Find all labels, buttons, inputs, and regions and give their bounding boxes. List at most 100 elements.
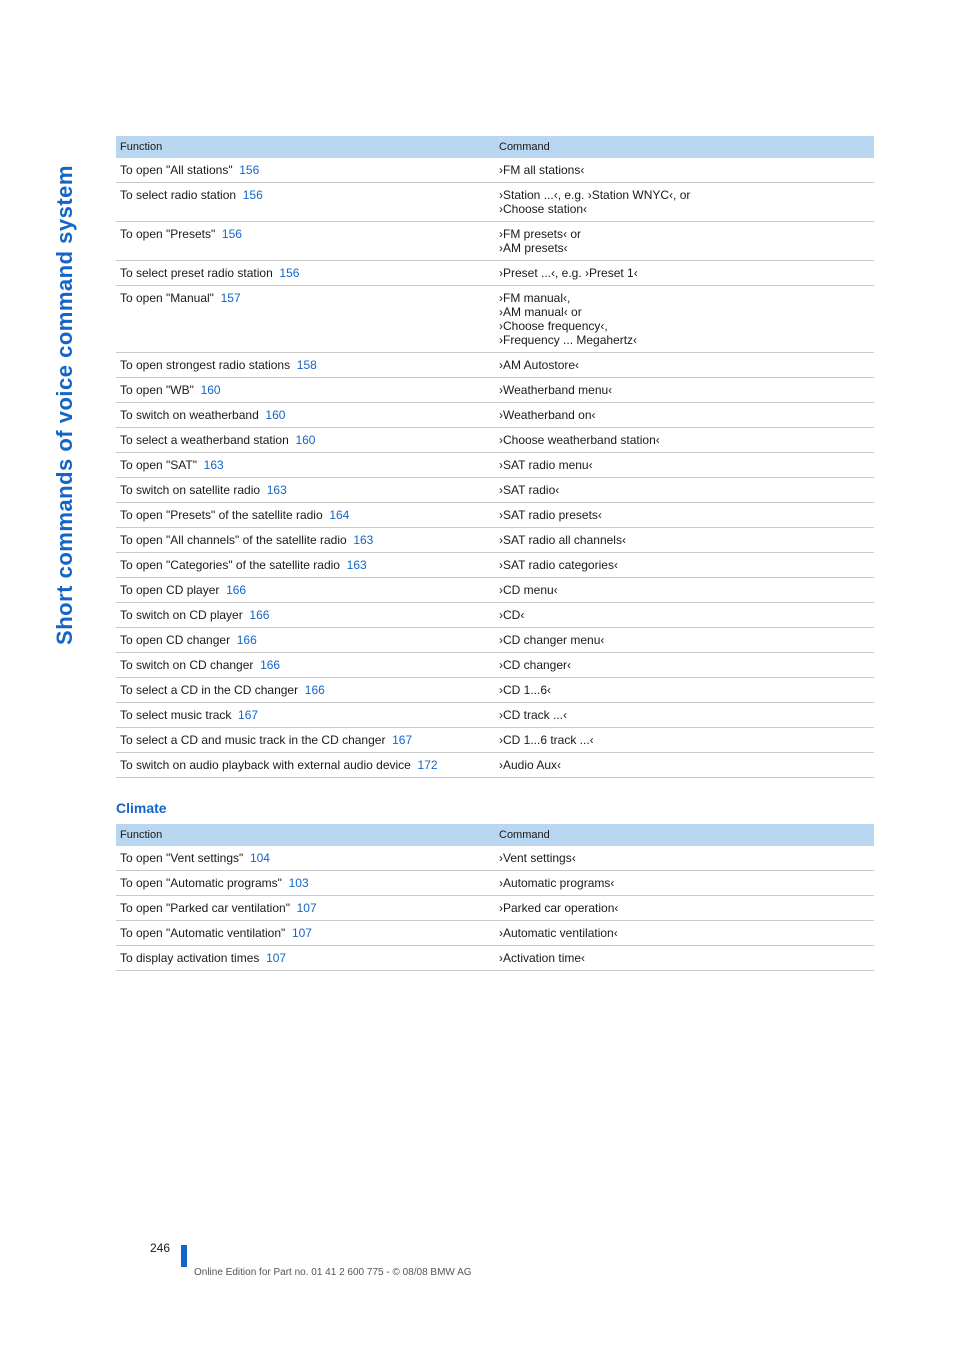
page-ref[interactable]: 156 [243,188,263,202]
table-row: To open "SAT" 163›SAT radio menu‹ [116,453,874,478]
col-function: Function [116,824,495,846]
function-text: To switch on audio playback with externa… [120,758,418,772]
page-ref[interactable]: 156 [239,163,259,177]
function-cell: To select a weatherband station 160 [116,428,495,453]
function-text: To switch on weatherband [120,408,265,422]
page-ref[interactable]: 166 [305,683,325,697]
function-text: To switch on CD player [120,608,249,622]
function-text: To open "All channels" of the satellite … [120,533,353,547]
table-row: To open "All channels" of the satellite … [116,528,874,553]
function-text: To select preset radio station [120,266,279,280]
page-ref[interactable]: 163 [347,558,367,572]
page-ref[interactable]: 156 [222,227,242,241]
page-ref[interactable]: 167 [392,733,412,747]
page-ref[interactable]: 167 [238,708,258,722]
function-text: To select a CD in the CD changer [120,683,305,697]
function-text: To open "Parked car ventilation" [120,901,297,915]
command-cell: ›CD changer‹ [495,653,874,678]
page-footer: 246 Online Edition for Part no. 01 41 2 … [150,1241,472,1278]
table-header-row: Function Command [116,824,874,846]
table-row: To open "All stations" 156›FM all statio… [116,158,874,183]
function-cell: To open "Automatic programs" 103 [116,871,495,896]
table-row: To select a weatherband station 160›Choo… [116,428,874,453]
command-cell: ›Parked car operation‹ [495,896,874,921]
page-ref[interactable]: 107 [297,901,317,915]
page-ref[interactable]: 166 [249,608,269,622]
table-row: To switch on CD changer 166›CD changer‹ [116,653,874,678]
function-text: To open "WB" [120,383,201,397]
page-number: 246 [150,1241,170,1255]
function-cell: To switch on CD player 166 [116,603,495,628]
command-cell: ›SAT radio‹ [495,478,874,503]
side-tab: Short commands of voice command system [50,135,80,675]
col-command: Command [495,136,874,158]
page-ref[interactable]: 163 [204,458,224,472]
table-row: To open "Parked car ventilation" 107 ›Par… [116,896,874,921]
page-ref[interactable]: 166 [260,658,280,672]
function-text: To open CD player [120,583,226,597]
function-cell: To open strongest radio stations 158 [116,353,495,378]
function-cell: To open CD player 166 [116,578,495,603]
table-row: To open "Automatic ventilation" 107›Auto… [116,921,874,946]
table-row: To open "Presets" 156›FM presets‹ or›AM … [116,222,874,261]
command-cell: ›FM all stations‹ [495,158,874,183]
page-ref[interactable]: 104 [250,851,270,865]
function-cell: To switch on CD changer 166 [116,653,495,678]
table-row: To open CD changer 166›CD changer menu‹ [116,628,874,653]
col-function: Function [116,136,495,158]
page-ref[interactable]: 107 [292,926,312,940]
page-ref[interactable]: 107 [266,951,286,965]
function-cell: To open "Manual" 157 [116,286,495,353]
command-cell: ›Preset ...‹, e.g. ›Preset 1‹ [495,261,874,286]
page-ref[interactable]: 156 [279,266,299,280]
col-command: Command [495,824,874,846]
main-content: Function Command To open "All stations" … [116,136,874,1310]
command-cell: ›AM Autostore‹ [495,353,874,378]
footer-bar-icon [181,1245,187,1267]
function-cell: To select a CD in the CD changer 166 [116,678,495,703]
page-ref[interactable]: 160 [295,433,315,447]
section-title-climate: Climate [116,800,874,816]
page-ref[interactable]: 160 [265,408,285,422]
function-cell: To switch on audio playback with externa… [116,753,495,778]
command-cell: ›Automatic programs‹ [495,871,874,896]
function-text: To switch on satellite radio [120,483,267,497]
function-text: To open "Vent settings" [120,851,250,865]
page-ref[interactable]: 166 [237,633,257,647]
command-cell: ›Activation time‹ [495,946,874,971]
command-cell: ›Audio Aux‹ [495,753,874,778]
page-ref[interactable]: 157 [221,291,241,305]
table-row: To switch on satellite radio 163 ›SAT rad… [116,478,874,503]
page-ref[interactable]: 160 [201,383,221,397]
function-text: To open "Presets" of the satellite radio [120,508,329,522]
function-cell: To open "Categories" of the satellite ra… [116,553,495,578]
command-cell: ›Station ...‹, e.g. ›Station WNYC‹, or›C… [495,183,874,222]
page-ref[interactable]: 172 [418,758,438,772]
table-row: To switch on CD player 166›CD‹ [116,603,874,628]
table-row: To open "Manual" 157›FM manual‹,›AM manu… [116,286,874,353]
function-cell: To open "Presets" 156 [116,222,495,261]
command-cell: ›Weatherband on‹ [495,403,874,428]
page-ref[interactable]: 103 [289,876,309,890]
function-text: To select radio station [120,188,243,202]
command-cell: ›CD 1...6 track ...‹ [495,728,874,753]
table-row: To select preset radio station 156 ›Prese… [116,261,874,286]
function-cell: To open "SAT" 163 [116,453,495,478]
function-text: To open "Automatic ventilation" [120,926,292,940]
page-ref[interactable]: 164 [329,508,349,522]
command-cell: ›CD changer menu‹ [495,628,874,653]
page-ref[interactable]: 158 [297,358,317,372]
page-ref[interactable]: 163 [353,533,373,547]
function-text: To select a weatherband station [120,433,295,447]
command-cell: ›SAT radio menu‹ [495,453,874,478]
function-text: To open "Presets" [120,227,222,241]
function-cell: To open "Automatic ventilation" 107 [116,921,495,946]
table-header-row: Function Command [116,136,874,158]
command-cell: ›Vent settings‹ [495,846,874,871]
command-cell: ›SAT radio all channels‹ [495,528,874,553]
function-cell: To open "WB" 160 [116,378,495,403]
page-ref[interactable]: 163 [267,483,287,497]
function-text: To open "Categories" of the satellite ra… [120,558,347,572]
function-cell: To open "Vent settings" 104 [116,846,495,871]
page-ref[interactable]: 166 [226,583,246,597]
